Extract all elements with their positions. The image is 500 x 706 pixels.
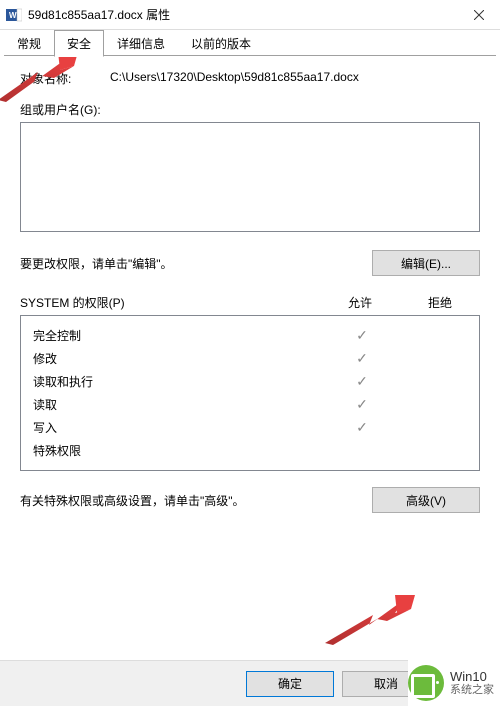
group-users-label: 组或用户名(G): [20, 101, 480, 118]
perm-allow: ✓ [327, 419, 397, 436]
permissions-header-deny: 拒绝 [400, 294, 480, 311]
edit-row: 要更改权限，请单击"编辑"。 编辑(E)... [20, 250, 480, 276]
word-file-icon: W [6, 7, 22, 23]
perm-name: 写入 [33, 419, 327, 436]
check-icon: ✓ [356, 396, 368, 412]
perm-allow: ✓ [327, 396, 397, 413]
check-icon: ✓ [356, 350, 368, 366]
watermark-logo-icon [408, 665, 444, 701]
group-users-listbox[interactable] [20, 122, 480, 232]
advanced-row: 有关特殊权限或高级设置，请单击"高级"。 高级(V) [20, 487, 480, 513]
watermark-line2: 系统之家 [450, 684, 494, 696]
permissions-header-allow: 允许 [320, 294, 400, 311]
tab-general[interactable]: 常规 [4, 30, 54, 56]
perm-allow: ✓ [327, 327, 397, 344]
watermark: Win10 系统之家 [408, 660, 500, 706]
perm-name: 完全控制 [33, 327, 327, 344]
tab-security[interactable]: 安全 [54, 30, 104, 57]
permissions-header: SYSTEM 的权限(P) 允许 拒绝 [20, 294, 480, 311]
object-name-row: 对象名称: C:\Users\17320\Desktop\59d81c855aa… [20, 70, 480, 87]
titlebar: W 59d81c855aa17.docx 属性 [0, 0, 500, 30]
perm-row: 读取 ✓ [33, 393, 467, 416]
watermark-text: Win10 系统之家 [450, 669, 494, 698]
annotation-arrow-icon [325, 595, 415, 645]
advanced-button[interactable]: 高级(V) [372, 487, 480, 513]
perm-allow: ✓ [327, 350, 397, 367]
advanced-hint: 有关特殊权限或高级设置，请单击"高级"。 [20, 492, 372, 509]
perm-allow: ✓ [327, 373, 397, 390]
perm-name: 读取和执行 [33, 373, 327, 390]
object-name-label: 对象名称: [20, 70, 110, 87]
tab-details[interactable]: 详细信息 [104, 30, 178, 56]
check-icon: ✓ [356, 327, 368, 343]
edit-hint: 要更改权限，请单击"编辑"。 [20, 255, 372, 272]
tab-previous-versions[interactable]: 以前的版本 [178, 30, 264, 56]
check-icon: ✓ [356, 419, 368, 435]
perm-name: 读取 [33, 396, 327, 413]
permissions-header-name: SYSTEM 的权限(P) [20, 294, 320, 311]
perm-name: 特殊权限 [33, 442, 327, 459]
perm-name: 修改 [33, 350, 327, 367]
edit-button[interactable]: 编辑(E)... [372, 250, 480, 276]
perm-row: 特殊权限 [33, 439, 467, 462]
perm-row: 写入 ✓ [33, 416, 467, 439]
ok-button[interactable]: 确定 [246, 671, 334, 697]
perm-row: 读取和执行 ✓ [33, 370, 467, 393]
close-button[interactable] [464, 0, 494, 30]
permissions-box: 完全控制 ✓ 修改 ✓ 读取和执行 ✓ 读取 ✓ 写入 ✓ 特殊权限 [20, 315, 480, 471]
watermark-line1: Win10 [450, 669, 494, 685]
window-title: 59d81c855aa17.docx 属性 [28, 6, 464, 23]
check-icon: ✓ [356, 373, 368, 389]
perm-row: 修改 ✓ [33, 347, 467, 370]
object-name-value: C:\Users\17320\Desktop\59d81c855aa17.doc… [110, 70, 480, 87]
tab-content: 对象名称: C:\Users\17320\Desktop\59d81c855aa… [0, 56, 500, 531]
tab-strip: 常规 安全 详细信息 以前的版本 [0, 30, 500, 56]
svg-text:W: W [9, 11, 17, 20]
perm-row: 完全控制 ✓ [33, 324, 467, 347]
